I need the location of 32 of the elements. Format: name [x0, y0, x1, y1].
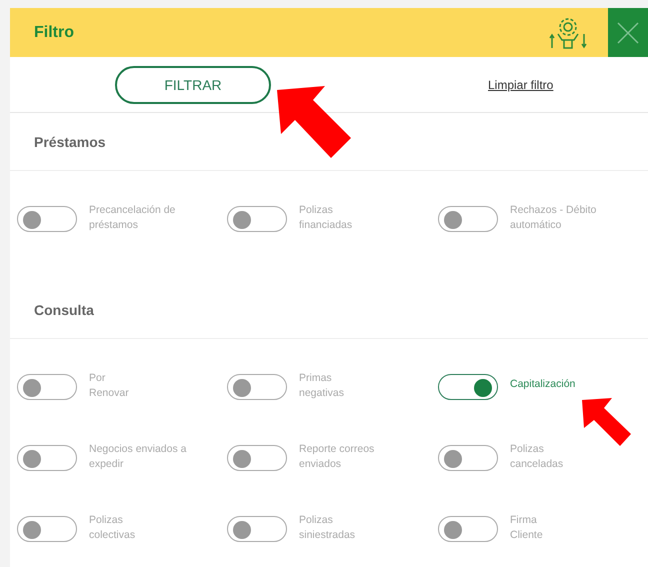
toggle-label: Por Renovar	[89, 371, 129, 401]
toggle-label: Primas negativas	[299, 371, 344, 401]
toggle-label: Polizas siniestradas	[299, 513, 356, 543]
toggle-switch[interactable]	[227, 206, 287, 232]
toggle-label: Polizas colectivas	[89, 513, 136, 543]
toggle-switch[interactable]	[17, 206, 77, 232]
pointer-arrow	[580, 398, 632, 448]
toggle-label: Precancelación de préstamos	[89, 203, 176, 233]
toggle-label: Reporte correos enviados	[299, 442, 374, 472]
toggle-switch[interactable]	[227, 374, 287, 400]
toggle-label: Negocios enviados a expedir	[89, 442, 186, 472]
toggle-switch[interactable]	[17, 445, 77, 471]
section-title: Consulta	[10, 281, 648, 339]
clear-filter-link[interactable]: Limpiar filtro	[488, 78, 554, 92]
toggle-switch[interactable]	[438, 516, 498, 542]
toggle-switch[interactable]	[438, 374, 498, 400]
gear-hand-icon	[548, 16, 588, 50]
close-button[interactable]	[608, 8, 648, 57]
toggle-switch[interactable]	[438, 206, 498, 232]
toggle-label: Firma Cliente	[510, 513, 543, 543]
toggle-label: Polizas financiadas	[299, 203, 352, 233]
toggle-label: Rechazos - Débito automático	[510, 203, 596, 233]
close-icon	[617, 22, 639, 44]
toggle-switch[interactable]	[227, 516, 287, 542]
toggle-switch[interactable]	[227, 445, 287, 471]
toggle-switch[interactable]	[17, 516, 77, 542]
filter-button[interactable]: FILTRAR	[115, 66, 271, 104]
toggle-label: Polizas canceladas	[510, 442, 564, 472]
toggle-switch[interactable]	[438, 445, 498, 471]
toggle-label: Capitalización	[510, 377, 576, 392]
toggle-switch[interactable]	[17, 374, 77, 400]
panel-title: Filtro	[33, 24, 75, 42]
